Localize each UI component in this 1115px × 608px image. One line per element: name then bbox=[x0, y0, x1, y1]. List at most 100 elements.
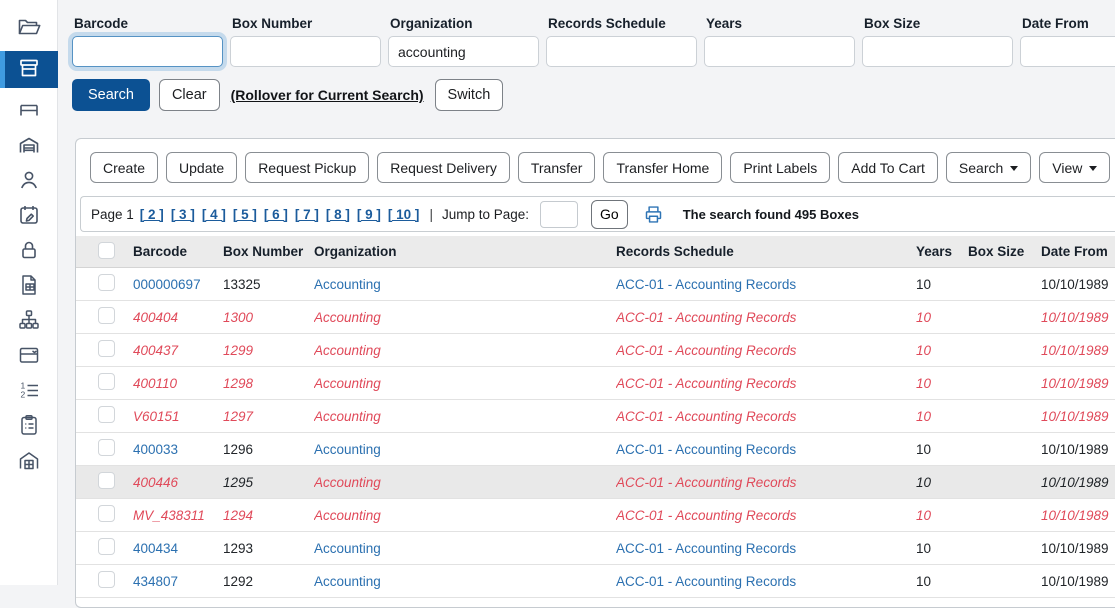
sidebar-item-messages[interactable] bbox=[0, 344, 58, 368]
row-checkbox[interactable] bbox=[98, 538, 115, 555]
sidebar-item-invoices[interactable] bbox=[0, 274, 58, 298]
header-date-from[interactable]: Date From bbox=[1041, 244, 1115, 259]
update-button[interactable]: Update bbox=[166, 152, 237, 183]
box-size-input[interactable] bbox=[862, 36, 1013, 67]
jump-to-page-input[interactable] bbox=[540, 201, 578, 228]
page-link-9[interactable]: [ 9 ] bbox=[357, 207, 381, 222]
barcode-link[interactable]: 400446 bbox=[133, 475, 223, 490]
page-link-6[interactable]: [ 6 ] bbox=[264, 207, 288, 222]
transfer-button[interactable]: Transfer bbox=[518, 152, 596, 183]
records-schedule-link[interactable]: ACC-01 - Accounting Records bbox=[616, 475, 916, 490]
barcode-link[interactable]: MV_438311 bbox=[133, 508, 223, 523]
row-checkbox[interactable] bbox=[98, 505, 115, 522]
barcode-link[interactable]: 400437 bbox=[133, 343, 223, 358]
years-input[interactable] bbox=[704, 36, 855, 67]
go-button[interactable]: Go bbox=[591, 200, 628, 229]
barcode-link[interactable]: 400110 bbox=[133, 376, 223, 391]
organization-link[interactable]: Accounting bbox=[314, 574, 616, 589]
barcode-link[interactable]: V60151 bbox=[133, 409, 223, 424]
create-button[interactable]: Create bbox=[90, 152, 158, 183]
date-from-input[interactable] bbox=[1020, 36, 1115, 67]
sidebar-item-orgchart[interactable] bbox=[0, 309, 58, 333]
page-link-3[interactable]: [ 3 ] bbox=[171, 207, 195, 222]
row-checkbox[interactable] bbox=[98, 274, 115, 291]
organization-field-group: Organization bbox=[388, 10, 539, 67]
row-checkbox[interactable] bbox=[98, 406, 115, 423]
records-schedule-link[interactable]: ACC-01 - Accounting Records bbox=[616, 376, 916, 391]
records-schedule-link[interactable]: ACC-01 - Accounting Records bbox=[616, 409, 916, 424]
page-link-5[interactable]: [ 5 ] bbox=[233, 207, 257, 222]
organization-link[interactable]: Accounting bbox=[314, 442, 616, 457]
organization-link[interactable]: Accounting bbox=[314, 508, 616, 523]
add-to-cart-button[interactable]: Add To Cart bbox=[838, 152, 938, 183]
select-all-checkbox[interactable] bbox=[98, 242, 115, 259]
barcode-link[interactable]: 000000697 bbox=[133, 277, 223, 292]
organization-link[interactable]: Accounting bbox=[314, 376, 616, 391]
organization-input[interactable] bbox=[388, 36, 539, 67]
search-menu-button[interactable]: Search bbox=[946, 152, 1031, 183]
sidebar-item-security[interactable] bbox=[0, 239, 58, 263]
organization-link[interactable]: Accounting bbox=[314, 310, 616, 325]
sidebar-item-users[interactable] bbox=[0, 169, 58, 193]
header-box-number[interactable]: Box Number bbox=[223, 244, 314, 259]
records-schedule-input[interactable] bbox=[546, 36, 697, 67]
barcode-input[interactable] bbox=[72, 36, 223, 67]
sidebar-item-shelves[interactable] bbox=[0, 99, 58, 123]
row-checkbox[interactable] bbox=[98, 307, 115, 324]
organization-link[interactable]: Accounting bbox=[314, 541, 616, 556]
records-schedule-link[interactable]: ACC-01 - Accounting Records bbox=[616, 508, 916, 523]
date-from-cell: 10/10/1989 bbox=[1041, 574, 1115, 589]
header-organization[interactable]: Organization bbox=[314, 244, 616, 259]
records-schedule-link[interactable]: ACC-01 - Accounting Records bbox=[616, 277, 916, 292]
sidebar-item-boxes[interactable] bbox=[0, 51, 58, 88]
organization-link[interactable]: Accounting bbox=[314, 343, 616, 358]
records-schedule-link[interactable]: ACC-01 - Accounting Records bbox=[616, 574, 916, 589]
barcode-link[interactable]: 400033 bbox=[133, 442, 223, 457]
header-records-schedule[interactable]: Records Schedule bbox=[616, 244, 916, 259]
page-link-7[interactable]: [ 7 ] bbox=[295, 207, 319, 222]
switch-button[interactable]: Switch bbox=[435, 79, 504, 111]
row-checkbox[interactable] bbox=[98, 340, 115, 357]
clear-button[interactable]: Clear bbox=[159, 79, 220, 111]
sidebar-item-folders[interactable] bbox=[0, 16, 58, 40]
barcode-link[interactable]: 400434 bbox=[133, 541, 223, 556]
sidebar-item-tasks[interactable] bbox=[0, 414, 58, 438]
view-menu-button[interactable]: View bbox=[1039, 152, 1110, 183]
printer-icon[interactable] bbox=[643, 204, 664, 225]
rollover-current-search-link[interactable]: (Rollover for Current Search) bbox=[231, 87, 424, 103]
sidebar-item-schedule[interactable] bbox=[0, 204, 58, 228]
date-from-label: Date From bbox=[1022, 16, 1115, 31]
transfer-home-button[interactable]: Transfer Home bbox=[603, 152, 722, 183]
barcode-link[interactable]: 400404 bbox=[133, 310, 223, 325]
request-delivery-button[interactable]: Request Delivery bbox=[377, 152, 510, 183]
header-years[interactable]: Years bbox=[916, 244, 968, 259]
row-checkbox[interactable] bbox=[98, 373, 115, 390]
records-schedule-link[interactable]: ACC-01 - Accounting Records bbox=[616, 310, 916, 325]
print-labels-button[interactable]: Print Labels bbox=[730, 152, 830, 183]
organization-link[interactable]: Accounting bbox=[314, 475, 616, 490]
header-barcode[interactable]: Barcode bbox=[133, 244, 223, 259]
sidebar-item-warehouse[interactable] bbox=[0, 134, 58, 158]
records-schedule-link[interactable]: ACC-01 - Accounting Records bbox=[616, 343, 916, 358]
request-pickup-button[interactable]: Request Pickup bbox=[245, 152, 369, 183]
search-button[interactable]: Search bbox=[72, 79, 150, 111]
row-checkbox[interactable] bbox=[98, 571, 115, 588]
box-number-input[interactable] bbox=[230, 36, 381, 67]
records-schedule-link[interactable]: ACC-01 - Accounting Records bbox=[616, 442, 916, 457]
header-box-size[interactable]: Box Size bbox=[968, 244, 1041, 259]
page-link-2[interactable]: [ 2 ] bbox=[140, 207, 164, 222]
organization-link[interactable]: Accounting bbox=[314, 409, 616, 424]
clipboard-list-icon bbox=[17, 413, 41, 440]
barcode-link[interactable]: 434807 bbox=[133, 574, 223, 589]
sidebar-item-storage[interactable] bbox=[0, 449, 58, 473]
page-link-4[interactable]: [ 4 ] bbox=[202, 207, 226, 222]
page-link-8[interactable]: [ 8 ] bbox=[326, 207, 350, 222]
page-link-10[interactable]: [ 10 ] bbox=[388, 207, 420, 222]
box-number-cell: 1295 bbox=[223, 475, 314, 490]
row-checkbox[interactable] bbox=[98, 472, 115, 489]
records-schedule-link[interactable]: ACC-01 - Accounting Records bbox=[616, 541, 916, 556]
row-checkbox[interactable] bbox=[98, 439, 115, 456]
organization-link[interactable]: Accounting bbox=[314, 277, 616, 292]
lock-icon bbox=[17, 238, 41, 265]
sidebar-item-numbered-list[interactable]: 12 bbox=[0, 379, 58, 403]
